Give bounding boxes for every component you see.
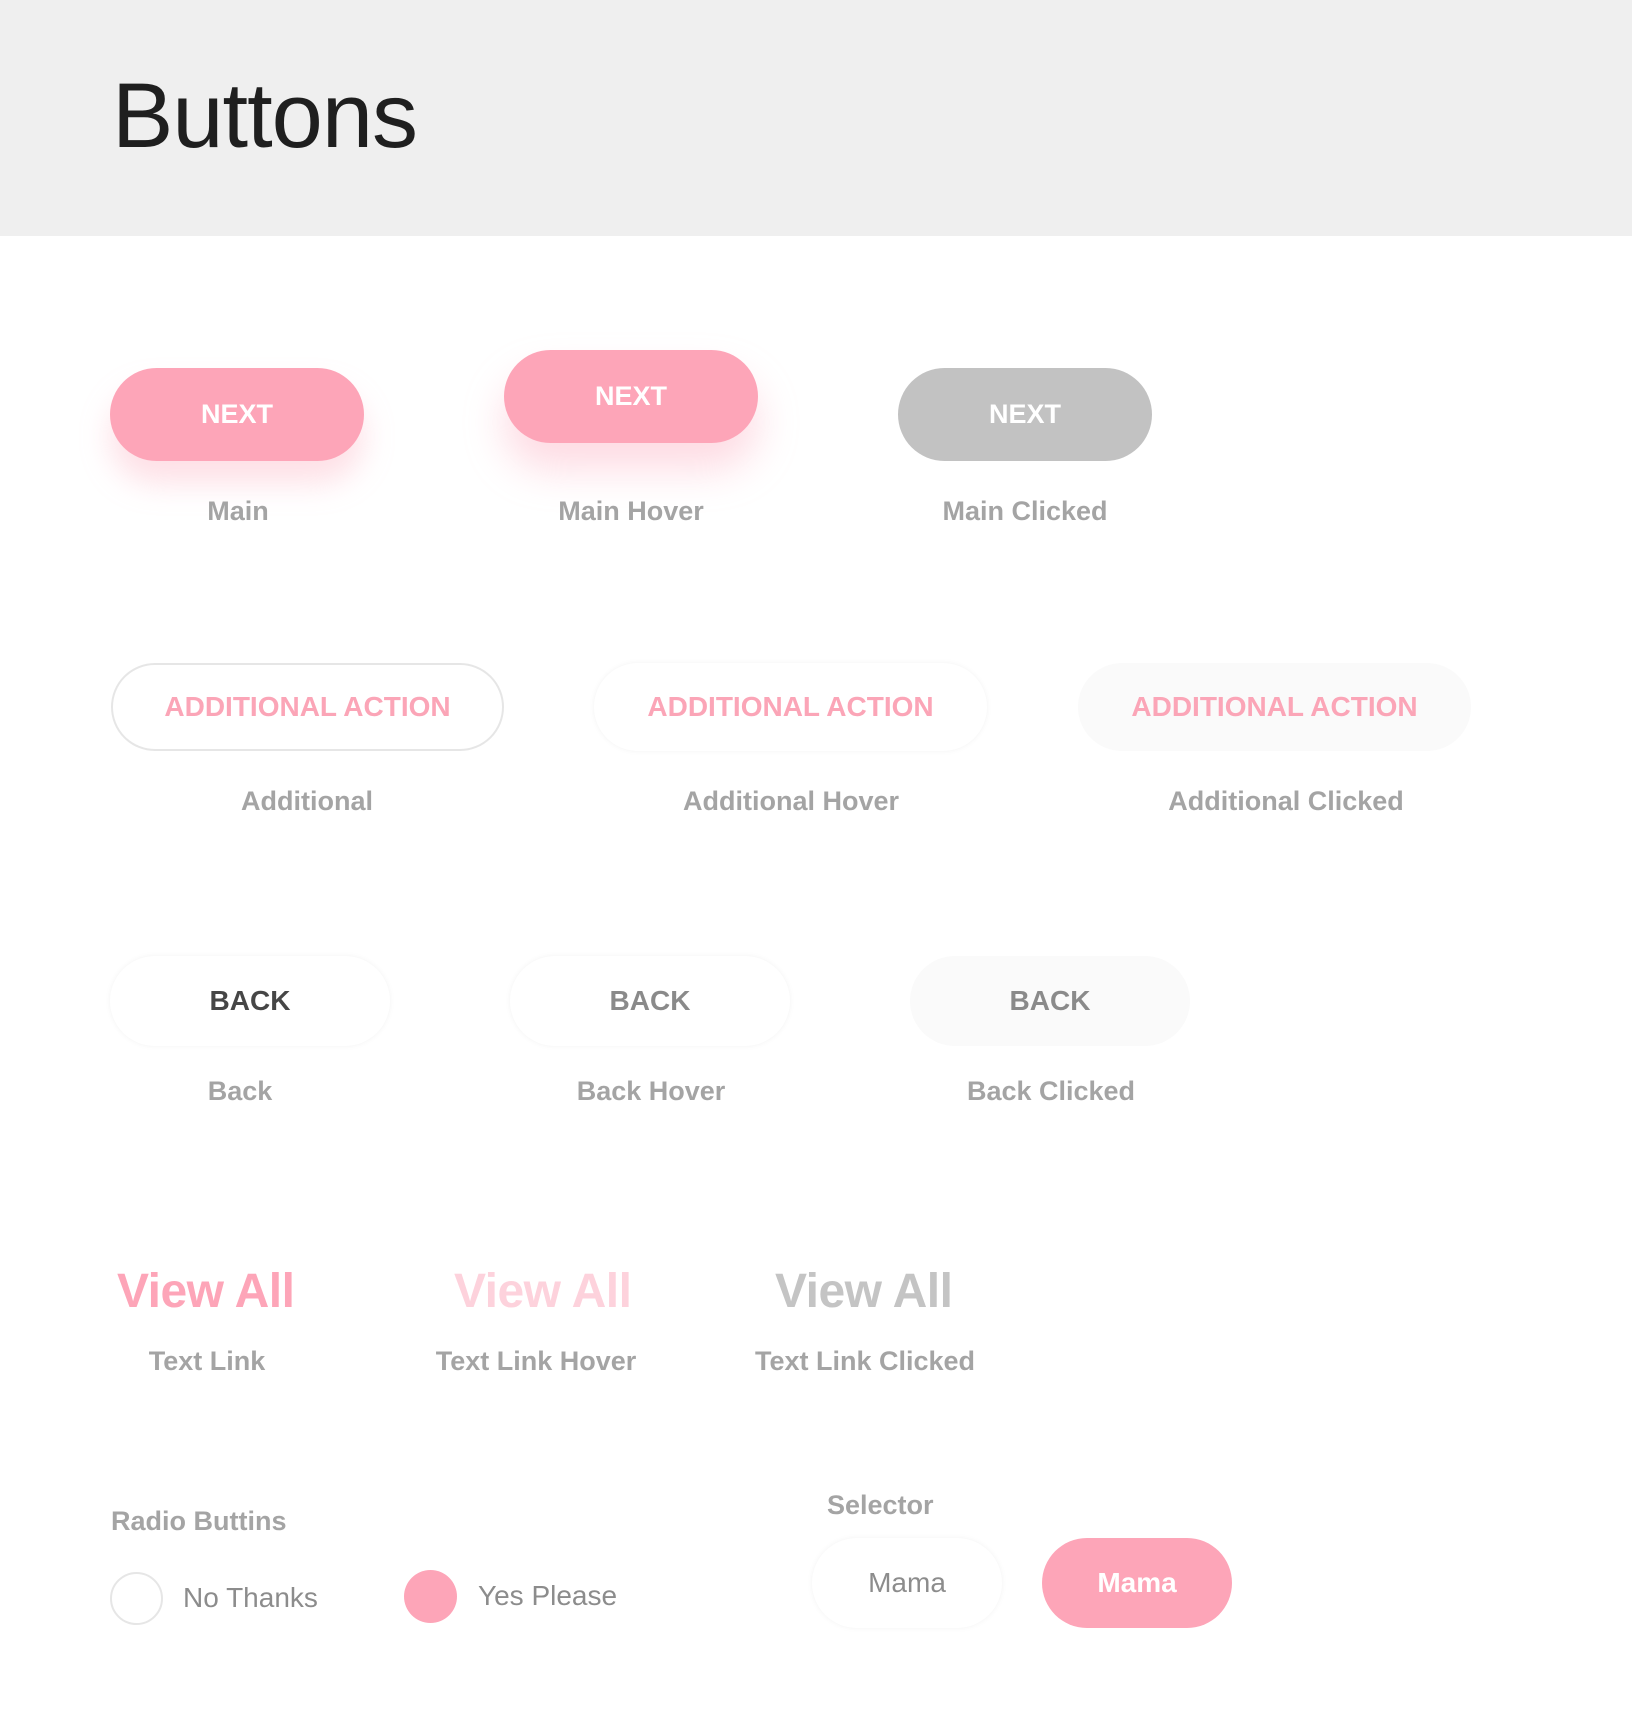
additional-action-label: ADDITIONAL ACTION [647, 691, 934, 722]
additional-action-button-clicked[interactable]: ADDITIONAL ACTION [1078, 663, 1471, 751]
radio-no-thanks[interactable] [110, 1572, 163, 1625]
selector-option-label: Mama [868, 1567, 946, 1598]
selector-option-label: Mama [1097, 1567, 1177, 1598]
back-button-label: BACK [209, 985, 291, 1016]
caption-additional-hover: Additional Hover [682, 786, 900, 816]
next-button-clicked[interactable]: NEXT [898, 368, 1152, 461]
next-button-label: NEXT [594, 381, 667, 411]
page-title: Buttons [112, 65, 418, 167]
selector-heading: Selector [827, 1490, 934, 1520]
caption-main-hover: Main Hover [558, 496, 704, 526]
view-all-link-hover[interactable]: View All [454, 1264, 632, 1320]
additional-action-button-hover[interactable]: ADDITIONAL ACTION [594, 663, 987, 751]
caption-back: Back [207, 1076, 273, 1106]
radio-label-no-thanks[interactable]: No Thanks [183, 1582, 318, 1614]
radio-heading: Radio Buttins [111, 1506, 287, 1536]
caption-main: Main [207, 496, 269, 526]
next-button-hover[interactable]: NEXT [504, 350, 758, 443]
header-bar: Buttons [0, 0, 1632, 236]
selector-option-unselected[interactable]: Mama [812, 1538, 1002, 1628]
next-button-main[interactable]: NEXT [110, 368, 364, 461]
caption-back-clicked: Back Clicked [966, 1076, 1136, 1106]
next-button-label: NEXT [988, 399, 1061, 429]
radio-yes-please[interactable] [404, 1570, 457, 1623]
caption-additional: Additional [241, 786, 373, 816]
view-all-link[interactable]: View All [117, 1264, 295, 1320]
back-button[interactable]: BACK [110, 956, 390, 1046]
view-all-link-clicked[interactable]: View All [775, 1264, 953, 1320]
additional-action-label: ADDITIONAL ACTION [164, 691, 451, 722]
caption-additional-clicked: Additional Clicked [1168, 786, 1404, 816]
caption-text-link-clicked: Text Link Clicked [754, 1346, 976, 1376]
next-button-label: NEXT [200, 399, 273, 429]
back-button-clicked[interactable]: BACK [910, 956, 1190, 1046]
additional-action-label: ADDITIONAL ACTION [1131, 691, 1418, 722]
back-button-label: BACK [1009, 985, 1091, 1016]
caption-main-clicked: Main Clicked [942, 496, 1108, 526]
radio-label-yes-please[interactable]: Yes Please [478, 1580, 617, 1612]
selector-option-selected[interactable]: Mama [1042, 1538, 1232, 1628]
caption-text-link: Text Link [148, 1346, 266, 1376]
additional-action-button[interactable]: ADDITIONAL ACTION [111, 663, 504, 751]
back-button-hover[interactable]: BACK [510, 956, 790, 1046]
caption-text-link-hover: Text Link Hover [435, 1346, 637, 1376]
caption-back-hover: Back Hover [576, 1076, 726, 1106]
back-button-label: BACK [609, 985, 691, 1016]
